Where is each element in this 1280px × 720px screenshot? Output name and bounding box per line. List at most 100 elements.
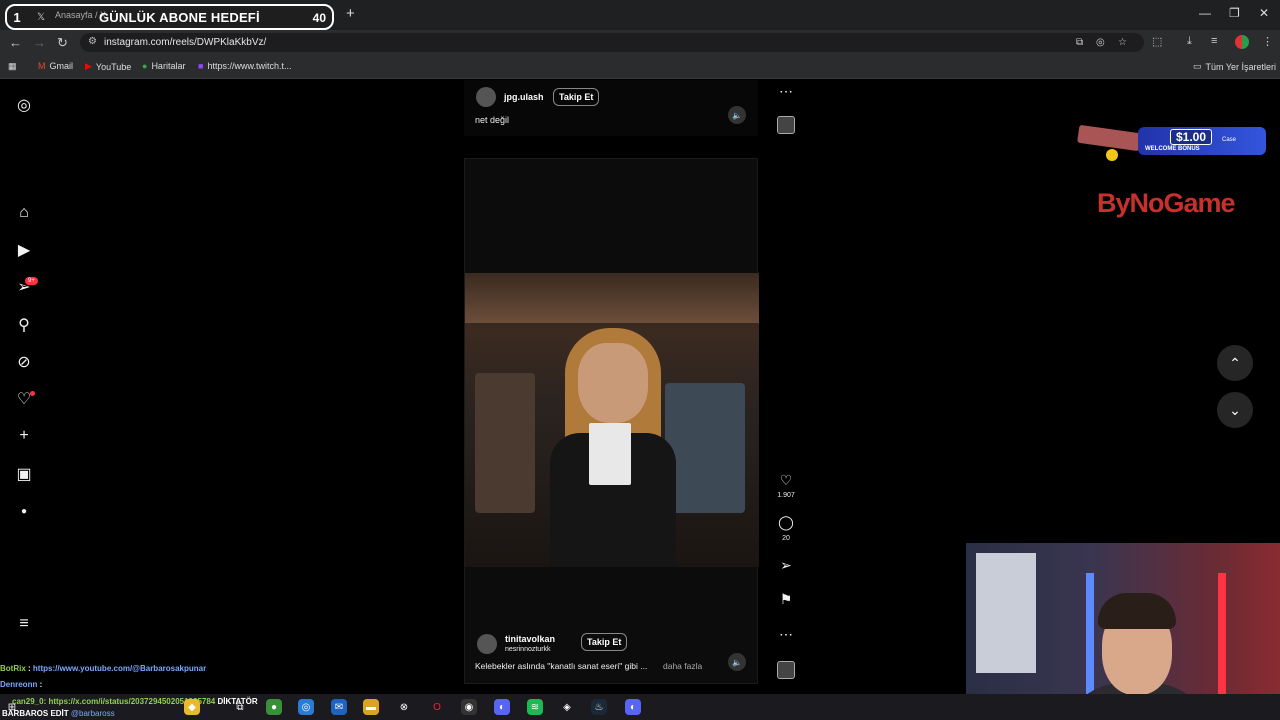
address-toolbar: ← → ↻ ⚙ instagram.com/reels/DWPKlaKkbVz/… [0, 30, 1280, 55]
opera-icon[interactable]: O [429, 699, 445, 715]
app-icon[interactable]: ◎ [298, 699, 314, 715]
more-options-icon[interactable]: ⋯ [777, 83, 795, 100]
goal-number: 1 [13, 9, 21, 25]
comment-count: 20 [782, 535, 790, 542]
url-bar[interactable]: ⚙ instagram.com/reels/DWPKlaKkbVz/ ⧉ ◎ ☆ [80, 33, 1144, 52]
next-reel-button[interactable]: ⌄ [1217, 392, 1253, 428]
youtube-icon: ▶ [85, 61, 92, 71]
spotify-icon[interactable]: ≋ [527, 699, 543, 715]
site-info-icon[interactable]: ⚙ [88, 36, 97, 47]
webcam-person-hair [1098, 593, 1176, 629]
url-text[interactable]: instagram.com/reels/DWPKlaKkbVz/ [104, 37, 266, 48]
close-window-icon[interactable]: ✕ [1259, 6, 1269, 20]
discord-icon[interactable]: ◐ [494, 699, 510, 715]
app-icon[interactable]: ◈ [559, 699, 575, 715]
notification-badge: 9+ [25, 277, 38, 285]
subscriber-goal-overlay: 1 𝕏 Anasayfa / X GÜNLÜK ABONE HEDEFİ 40 [5, 4, 334, 30]
comment-icon[interactable]: ◯ [777, 514, 795, 531]
current-reel[interactable]: tinitavolkan nesrinnozturkk Takip Et Kel… [464, 158, 759, 684]
star-icon[interactable]: ☆ [1118, 37, 1127, 48]
ad-case: Case [1222, 137, 1237, 143]
like-icon[interactable]: ♡ [777, 472, 795, 489]
coin-graphic [1106, 149, 1118, 161]
chrome-icon[interactable]: ◉ [461, 699, 477, 715]
create-icon[interactable]: + [14, 426, 34, 446]
new-tab-button[interactable]: + [346, 5, 355, 22]
app-icon[interactable]: ● [266, 699, 282, 715]
explore-icon[interactable]: ⊘ [14, 352, 34, 372]
ad-price: $1.00 [1170, 129, 1213, 145]
windows-taskbar: ⊞ can29_0: https://x.com/i/status/203729… [0, 694, 1280, 720]
profile-icon[interactable]: ● [14, 501, 34, 521]
x-logo-icon: 𝕏 [37, 11, 46, 23]
download-icon[interactable]: ⤓ [1187, 35, 1192, 48]
menu-kebab-icon[interactable]: ⋮ [1262, 35, 1273, 48]
avatar[interactable] [477, 634, 497, 654]
more-options-icon[interactable]: ⋯ [777, 626, 795, 643]
reel-subuser[interactable]: nesrinnozturkk [505, 646, 551, 653]
more-link[interactable]: daha fazla [663, 661, 702, 671]
home-icon[interactable]: ⌂ [14, 203, 34, 223]
restore-icon[interactable]: ❐ [1229, 6, 1240, 20]
reload-icon[interactable]: ↻ [57, 35, 68, 51]
save-icon[interactable]: ⚑ [777, 591, 795, 608]
reel-video[interactable] [465, 273, 759, 567]
notification-dot [30, 391, 35, 396]
mail-icon[interactable]: ✉ [331, 699, 347, 715]
dashboard-icon[interactable]: ▣ [14, 464, 34, 484]
reels-icon[interactable]: ▶ [14, 240, 34, 260]
goal-text: GÜNLÜK ABONE HEDEFİ [99, 10, 260, 25]
all-bookmarks-label: Tüm Yer İşaretleri [1205, 61, 1277, 72]
chat-user: Denreonn [0, 680, 38, 689]
discord-icon[interactable]: ◐ [625, 699, 641, 715]
eye-off-icon[interactable]: ◎ [1096, 37, 1105, 48]
goal-count: 40 [312, 11, 326, 25]
chat-message: BotRix : https://www.youtube.com/@Barbar… [0, 664, 207, 673]
share-icon[interactable]: ➢ [777, 557, 795, 574]
ad-welcome: WELCOME BONUS [1145, 146, 1200, 152]
xbox-icon[interactable]: ⊗ [396, 699, 412, 715]
all-bookmarks[interactable]: ▭ Tüm Yer İşaretleri [1193, 61, 1276, 72]
install-app-icon[interactable]: ⧉ [1076, 37, 1083, 48]
chat-message: Denreonn : [0, 680, 43, 689]
webcam-led-right [1218, 573, 1226, 703]
bookmark-twitch[interactable]: ■ https://www.twitch.t... [198, 61, 291, 71]
avatar[interactable] [476, 87, 496, 107]
gun-graphic [1077, 124, 1141, 152]
instagram-logo-icon[interactable]: ◎ [14, 95, 34, 115]
previous-reel-button[interactable]: ⌃ [1217, 345, 1253, 381]
reel-caption: net değil [475, 115, 510, 125]
sponsor-ad: $1.00 WELCOME BONUS Case [1077, 124, 1268, 165]
previous-reel[interactable]: jpg.ulash Takip Et net değil 🔈 [464, 80, 758, 136]
follow-button[interactable]: Takip Et [581, 633, 628, 651]
follow-button[interactable]: Takip Et [553, 88, 600, 106]
audio-thumbnail[interactable] [777, 116, 795, 134]
back-icon[interactable]: ← [9, 35, 22, 50]
minimize-icon[interactable]: — [1199, 6, 1211, 20]
apps-grid-icon[interactable]: ▦ [8, 61, 17, 72]
mute-icon[interactable]: 🔈 [728, 106, 746, 124]
steam-icon[interactable]: ♨ [591, 699, 607, 715]
more-menu-icon[interactable]: ≡ [14, 614, 34, 634]
app-icon[interactable]: ⧉ [232, 699, 248, 715]
reel-username[interactable]: tinitavolkan [505, 634, 555, 644]
browser-tab-bar: 1 𝕏 Anasayfa / X GÜNLÜK ABONE HEDEFİ 40 … [0, 0, 1280, 30]
app-icon[interactable]: ◆ [184, 699, 200, 715]
stream-handle: @barbaross [70, 709, 115, 718]
extensions-icon[interactable]: ⬚ [1152, 35, 1162, 48]
folder-icon[interactable]: ▬ [363, 699, 379, 715]
profile-avatar[interactable] [1235, 35, 1249, 49]
mute-icon[interactable]: 🔈 [728, 653, 746, 671]
bookmark-label: https://www.twitch.t... [207, 61, 292, 71]
forward-icon[interactable]: → [33, 35, 46, 50]
audio-thumbnail[interactable] [777, 661, 795, 679]
reel-username[interactable]: jpg.ulash [504, 92, 544, 102]
bookmark-gmail[interactable]: M Gmail [38, 61, 73, 71]
media-icon[interactable]: ≡ [1211, 35, 1217, 47]
bookmark-youtube[interactable]: ▶ YouTube [85, 61, 131, 72]
search-icon[interactable]: ⚲ [14, 315, 34, 335]
chat-message: can29_0: https://x.com/i/status/20372945… [12, 697, 258, 706]
bookmark-maps[interactable]: ● Haritalar [142, 61, 185, 71]
bookmark-label: Haritalar [151, 61, 186, 71]
like-count: 1.907 [777, 492, 795, 499]
